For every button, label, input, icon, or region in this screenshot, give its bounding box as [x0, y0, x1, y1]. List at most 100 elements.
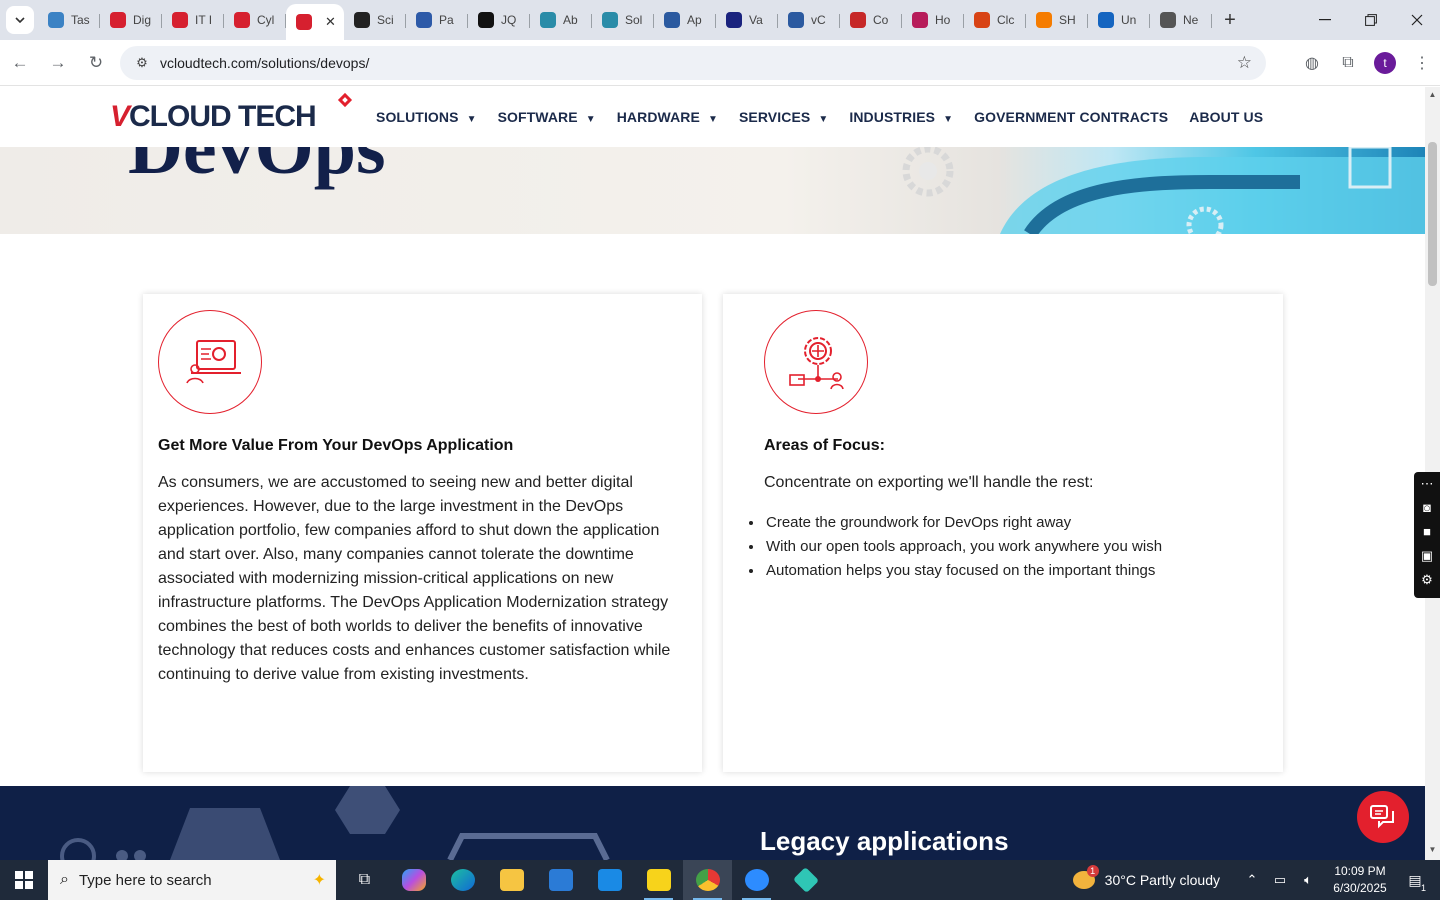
taskbar-clock[interactable]: 10:09 PM 6/30/2025: [1332, 863, 1388, 897]
nav-item-software[interactable]: SOFTWARE ▼: [498, 109, 596, 125]
browser-tab[interactable]: Clc: [964, 4, 1026, 36]
weather-text: 30°C Partly cloudy: [1104, 872, 1220, 888]
start-button[interactable]: [0, 860, 48, 900]
browser-tab[interactable]: IT I: [162, 4, 224, 36]
translate-icon[interactable]: ◍: [1294, 45, 1330, 81]
browser-tab[interactable]: Cyl: [224, 4, 286, 36]
back-button[interactable]: ←: [2, 45, 38, 81]
tab-search-button[interactable]: [6, 6, 34, 34]
value-card-title: Get More Value From Your DevOps Applicat…: [158, 437, 514, 454]
arrow-right-icon: →: [49, 52, 67, 72]
weather-badge: 1: [1086, 865, 1099, 877]
minimize-button[interactable]: [1302, 0, 1348, 40]
mail-icon[interactable]: [585, 860, 634, 900]
browser-tab[interactable]: Ab: [530, 4, 592, 36]
browser-tab[interactable]: Ho: [902, 4, 964, 36]
tab-label: Ap: [687, 13, 702, 27]
tab-favicon-icon: [726, 12, 742, 28]
file-explorer-icon[interactable]: [487, 860, 536, 900]
caret-down-icon: ▼: [818, 114, 829, 125]
tab-label: Sci: [377, 13, 394, 27]
address-bar[interactable]: ⚙ vcloudtech.com/solutions/devops/ ☆: [120, 46, 1266, 80]
tab-label: Ab: [563, 13, 578, 27]
partly-cloudy-icon: 1: [1072, 865, 1099, 889]
browser-tab[interactable]: Co: [840, 4, 902, 36]
widget-menu-icon[interactable]: ⋯: [1421, 476, 1434, 492]
volume-icon[interactable]: 🔈︎: [1296, 872, 1320, 888]
edge-icon[interactable]: [438, 860, 487, 900]
browser-tab[interactable]: Sol: [592, 4, 654, 36]
camera-icon[interactable]: ◙: [1423, 500, 1431, 516]
nav-item-label: SERVICES: [738, 109, 811, 125]
nav-item-label: SOFTWARE: [497, 109, 578, 125]
browser-tab[interactable]: JQ: [468, 4, 530, 36]
video-camera-icon[interactable]: ■: [1423, 524, 1431, 540]
site-logo[interactable]: VCLOUD TECH: [110, 101, 317, 133]
browser-tab[interactable]: Pa: [406, 4, 468, 36]
browser-tab[interactable]: SH: [1026, 4, 1088, 36]
browser-tab[interactable]: vC: [778, 4, 840, 36]
logo-diamond-icon: [337, 92, 353, 108]
tab-close-icon[interactable]: ✕: [325, 14, 336, 30]
reload-icon: ↻: [88, 52, 104, 72]
maximize-button[interactable]: [1348, 0, 1394, 40]
tab-label: Sol: [625, 13, 643, 27]
store-icon[interactable]: [536, 860, 585, 900]
browser-tab[interactable]: Tas: [38, 4, 100, 36]
focus-card: Areas of Focus: Concentrate on exporting…: [723, 294, 1283, 772]
profile-avatar[interactable]: t: [1374, 52, 1396, 74]
nav-item-government-contracts[interactable]: GOVERNMENT CONTRACTS: [974, 109, 1168, 125]
reload-button[interactable]: ↻: [78, 45, 114, 81]
browser-tab[interactable]: Va: [716, 4, 778, 36]
copilot-icon[interactable]: [389, 860, 438, 900]
bookmark-star-icon[interactable]: ☆: [1237, 53, 1252, 73]
tab-label: Va: [749, 13, 763, 27]
laptop-user-icon: [158, 310, 262, 414]
browser-tab[interactable]: Sci: [344, 4, 406, 36]
browser-tab[interactable]: Ne: [1150, 4, 1212, 36]
chevron-up-icon[interactable]: ⌃: [1240, 872, 1264, 888]
hero-banner: DevOps: [0, 147, 1425, 234]
nav-item-industries[interactable]: INDUSTRIES ▼: [849, 109, 953, 125]
new-tab-button[interactable]: +: [1216, 6, 1244, 34]
scroll-up-arrow[interactable]: ▲: [1425, 90, 1440, 104]
chat-button[interactable]: [1357, 791, 1409, 843]
chrome-icon[interactable]: [683, 860, 732, 900]
scrollbar-thumb[interactable]: [1428, 142, 1437, 286]
weather-widget[interactable]: 1 30°C Partly cloudy: [1072, 865, 1220, 889]
notification-center-icon[interactable]: ▤ 1: [1402, 872, 1428, 893]
tab-label: Co: [873, 13, 889, 27]
app-hexagon-icon[interactable]: [781, 860, 830, 900]
scroll-down-arrow[interactable]: ▼: [1425, 845, 1440, 859]
url-text[interactable]: vcloudtech.com/solutions/devops/: [160, 55, 369, 71]
browser-tab[interactable]: Dig: [100, 4, 162, 36]
zoom-icon[interactable]: [732, 860, 781, 900]
extensions-icon[interactable]: ⧉: [1330, 45, 1366, 81]
gear-icon[interactable]: ⚙: [1421, 572, 1433, 588]
browser-tab[interactable]: Ap: [654, 4, 716, 36]
site-settings-icon[interactable]: ⚙: [130, 55, 154, 71]
menu-kebab-icon[interactable]: ⋮: [1404, 45, 1440, 81]
notification-count: 1: [1420, 882, 1426, 893]
nav-item-label: ABOUT US: [1189, 109, 1264, 125]
window-capture-icon[interactable]: ▣: [1421, 548, 1433, 564]
gear-network-icon: [764, 310, 868, 414]
hero-illustration: [902, 147, 1425, 234]
search-icon: ⌕: [60, 871, 69, 888]
nav-item-about-us[interactable]: ABOUT US: [1189, 109, 1263, 125]
task-view-icon[interactable]: ⧉: [340, 860, 389, 900]
nav-item-services[interactable]: SERVICES ▼: [739, 109, 828, 125]
close-window-button[interactable]: [1394, 0, 1440, 40]
sticky-notes-icon[interactable]: [634, 860, 683, 900]
nav-item-hardware[interactable]: HARDWARE ▼: [617, 109, 718, 125]
tab-label: Ho: [935, 13, 951, 27]
browser-tab[interactable]: Un: [1088, 4, 1150, 36]
tab-list: Tas Dig IT I Cyl ✕ Sci Pa JQ Ab Sol Ap Va vC Co Ho Clc S…: [38, 0, 1212, 40]
browser-tab[interactable]: ✕: [286, 4, 344, 40]
forward-button[interactable]: →: [40, 45, 76, 81]
list-item: Automation helps you stay focused on the…: [764, 559, 1162, 583]
taskbar-search-box[interactable]: ⌕ Type here to search ✦: [48, 860, 336, 900]
network-icon[interactable]: ▭: [1268, 872, 1292, 888]
nav-item-solutions[interactable]: SOLUTIONS ▼: [376, 109, 477, 125]
tab-favicon-icon: [416, 12, 432, 28]
